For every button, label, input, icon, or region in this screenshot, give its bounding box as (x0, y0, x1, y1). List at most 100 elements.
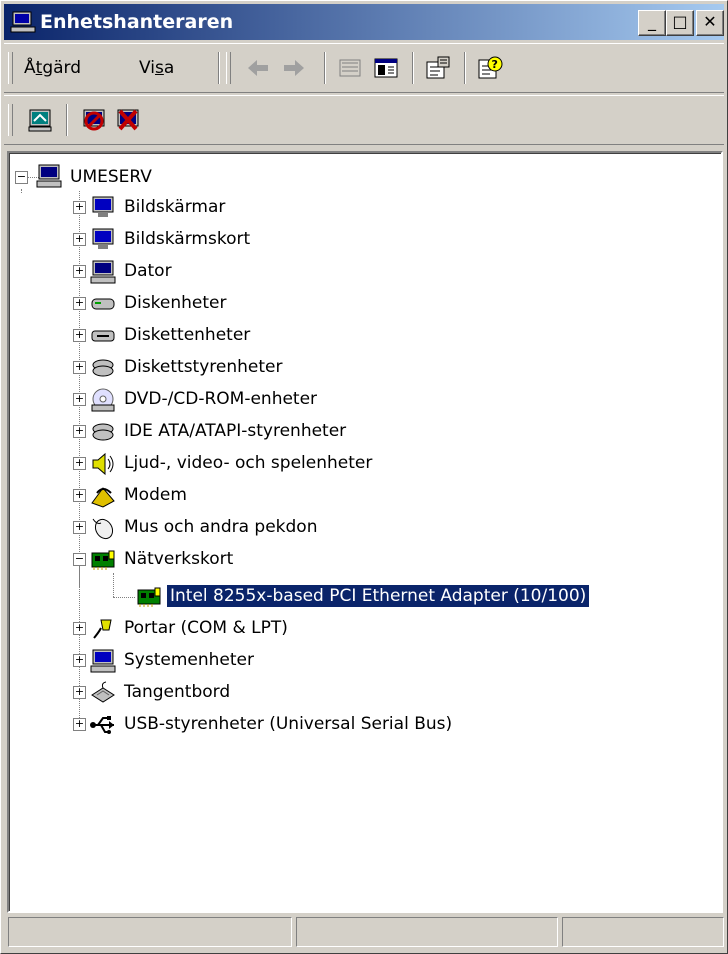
computer-manager-icon (10, 11, 36, 33)
menu-view-text-1: Vi (139, 58, 155, 78)
tree-category[interactable]: + DVD-/CD-ROM-enheter (59, 385, 559, 415)
maximize-button[interactable]: □ (666, 10, 694, 36)
toolbar-separator (66, 104, 68, 136)
network-card-icon (91, 550, 115, 570)
tree-category[interactable]: + Dator (59, 257, 559, 287)
properties-icon[interactable] (424, 55, 452, 81)
toolbar-grip[interactable] (8, 52, 13, 84)
expand-toggle[interactable]: + (73, 201, 86, 214)
collapse-toggle[interactable]: − (15, 171, 28, 184)
expand-toggle[interactable]: + (73, 361, 86, 374)
toolbar-separator (412, 52, 414, 84)
tree-category-label: Modem (124, 485, 187, 505)
toolbar-separator (324, 52, 326, 84)
system-device-icon (90, 649, 116, 673)
expand-toggle[interactable]: + (73, 457, 86, 470)
tree-category[interactable]: + IDE ATA/ATAPI-styrenheter (59, 417, 559, 447)
disk-drive-icon (91, 298, 115, 310)
computer-icon (90, 260, 116, 284)
expand-toggle[interactable]: + (73, 521, 86, 534)
monitor-icon (92, 196, 114, 217)
speaker-icon (92, 452, 114, 476)
up-level-icon[interactable] (336, 55, 364, 81)
toolbar-separator (464, 52, 466, 84)
tree-category[interactable]: + Portar (COM & LPT) (59, 614, 559, 644)
title-bar[interactable]: Enhetshanteraren _ □ ✕ (4, 4, 724, 40)
tree-category[interactable]: + Systemenheter (59, 646, 559, 676)
port-icon (93, 619, 112, 639)
display-adapter-icon (92, 228, 114, 249)
minimize-button[interactable]: _ (638, 10, 666, 36)
uninstall-device-icon[interactable] (114, 107, 142, 133)
scan-hardware-icon[interactable] (26, 107, 54, 133)
expand-toggle[interactable]: + (73, 686, 86, 699)
tree-category[interactable]: + Diskenheter (59, 289, 559, 319)
expand-toggle[interactable]: + (73, 393, 86, 406)
tree-device-selected[interactable]: Intel 8255x-based PCI Ethernet Adapter (… (129, 582, 689, 612)
tree-category[interactable]: + Bildskärmskort (59, 225, 559, 255)
tree-category-label: USB-styrenheter (Universal Serial Bus) (124, 714, 453, 734)
toolbar-grip[interactable] (8, 104, 13, 136)
tree-category-label: Tangentbord (124, 682, 231, 702)
disable-device-icon[interactable] (80, 107, 108, 133)
show-hide-tree-icon[interactable] (372, 55, 400, 81)
tree-category-label: Bildskärmskort (124, 229, 251, 249)
keyboard-icon (91, 681, 115, 703)
device-tree[interactable]: − UMESERV + Bildskärmar + Bildskärmskort… (7, 151, 723, 913)
expand-toggle[interactable]: + (73, 329, 86, 342)
tree-category-label: Systemenheter (124, 650, 254, 670)
tree-category-label: Nätverkskort (124, 549, 234, 569)
toolbar-separator (218, 52, 220, 84)
tree-category-label: Mus och andra pekdon (124, 517, 318, 537)
status-cell (562, 917, 724, 947)
menu-view-accel: s (154, 58, 164, 78)
tree-root-umeserv[interactable]: − UMESERV (9, 163, 309, 193)
tree-category[interactable]: + Bildskärmar (59, 193, 559, 223)
tree-category[interactable]: + Mus och andra pekdon (59, 513, 559, 543)
action-toolbar (4, 95, 724, 145)
floppy-drive-icon (91, 330, 115, 342)
computer-icon (36, 164, 62, 188)
tree-category-expanded[interactable]: − Nätverkskort (59, 545, 559, 575)
expand-toggle[interactable]: + (73, 654, 86, 667)
tree-category-label: Diskettenheter (124, 325, 251, 345)
tree-category[interactable]: + Modem (59, 481, 559, 511)
expand-toggle[interactable]: + (73, 265, 86, 278)
tree-device-label: Intel 8255x-based PCI Ethernet Adapter (… (165, 584, 591, 608)
menu-view-text-2: a (163, 58, 175, 78)
expand-toggle[interactable]: + (73, 297, 86, 310)
tree-category-label: Diskenheter (124, 293, 227, 313)
tree-line (113, 573, 114, 597)
tree-category[interactable]: + Diskettstyrenheter (59, 353, 559, 383)
tree-category-label: Portar (COM & LPT) (124, 618, 288, 638)
tree-category-label: DVD-/CD-ROM-enheter (124, 389, 318, 409)
collapse-toggle[interactable]: − (73, 553, 86, 566)
toolbar-grip[interactable] (226, 52, 231, 84)
network-card-icon (137, 587, 161, 607)
close-button[interactable]: ✕ (696, 10, 724, 36)
menu-action[interactable]: Åtgärd (24, 58, 81, 78)
menu-view[interactable]: Visa (139, 58, 174, 78)
status-cell (296, 917, 558, 947)
tree-category[interactable]: + Diskettenheter (59, 321, 559, 351)
tree-category[interactable]: + Tangentbord (59, 678, 559, 708)
tree-category-label: Bildskärmar (124, 197, 226, 217)
expand-toggle[interactable]: + (73, 233, 86, 246)
modem-icon (91, 487, 115, 508)
tree-category[interactable]: + USB-styrenheter (Universal Serial Bus) (59, 710, 619, 740)
mouse-icon (92, 518, 114, 540)
tree-category[interactable]: + Ljud-, video- och spelenheter (59, 449, 559, 479)
expand-toggle[interactable]: + (73, 622, 86, 635)
forward-arrow-icon[interactable] (280, 55, 308, 81)
back-arrow-icon[interactable] (244, 55, 272, 81)
expand-toggle[interactable]: + (73, 425, 86, 438)
svg-text:?: ? (492, 58, 498, 71)
expand-toggle[interactable]: + (73, 489, 86, 502)
menu-toolbar: Åtgärd Visa ? (4, 43, 724, 93)
menu-action-text-2: gärd (42, 58, 82, 78)
ide-controller-icon (92, 423, 114, 441)
window-title: Enhetshanteraren (40, 11, 234, 33)
help-icon[interactable]: ? (476, 55, 504, 81)
expand-toggle[interactable]: + (73, 718, 86, 731)
tree-category-label: Ljud-, video- och spelenheter (124, 453, 373, 473)
